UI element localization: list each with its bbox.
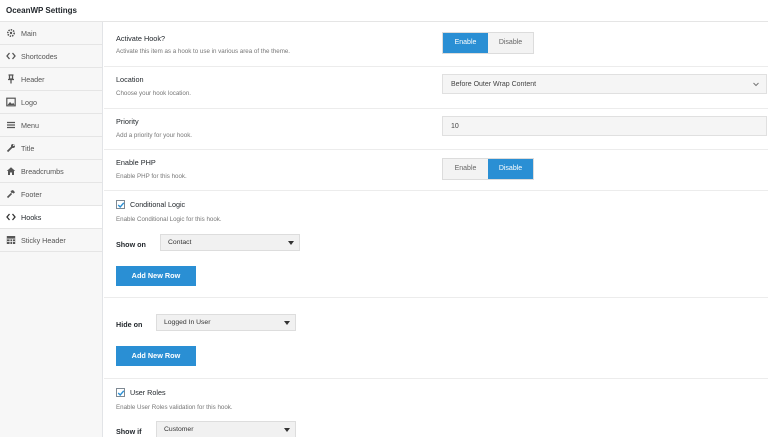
divider bbox=[104, 297, 768, 298]
title-bar: OceanWP Settings bbox=[0, 0, 768, 22]
user-roles-label: User Roles bbox=[130, 388, 166, 397]
sidebar-item-breadcrumbs[interactable]: Breadcrumbs bbox=[0, 160, 102, 183]
hide-on-value: Logged In User bbox=[164, 319, 211, 326]
hide-on-label: Hide on bbox=[116, 320, 143, 329]
divider bbox=[104, 378, 768, 379]
add-new-row-button[interactable]: Add New Row bbox=[116, 266, 196, 286]
menu-icon bbox=[6, 120, 16, 130]
sidebar-item-label: Sticky Header bbox=[21, 236, 66, 245]
show-if-label: Show if bbox=[116, 427, 142, 436]
divider bbox=[104, 108, 768, 109]
sidebar-item-label: Title bbox=[21, 144, 35, 153]
sidebar-item-menu[interactable]: Menu bbox=[0, 114, 102, 137]
divider bbox=[104, 190, 768, 191]
show-on-label: Show on bbox=[116, 240, 146, 249]
sidebar-item-label: Main bbox=[21, 29, 37, 38]
sidebar-item-label: Footer bbox=[21, 190, 42, 199]
show-on-value: Contact bbox=[168, 239, 192, 246]
caret-down-icon bbox=[284, 321, 290, 326]
sidebar-item-title[interactable]: Title bbox=[0, 137, 102, 160]
enable-php-disable-button[interactable]: Disable bbox=[488, 159, 533, 179]
activate-hook-disable-button[interactable]: Disable bbox=[488, 33, 533, 53]
location-label: Location bbox=[116, 75, 144, 84]
enable-php-toggle: Enable Disable bbox=[442, 158, 534, 180]
add-new-row-button[interactable]: Add New Row bbox=[116, 346, 196, 366]
enable-php-desc: Enable PHP for this hook. bbox=[116, 173, 187, 180]
enable-php-label: Enable PHP bbox=[116, 158, 156, 167]
sidebar-item-shortcodes[interactable]: Shortcodes bbox=[0, 45, 102, 68]
user-roles-checkbox[interactable] bbox=[116, 388, 125, 397]
app-title: OceanWP Settings bbox=[6, 6, 77, 15]
image-icon bbox=[6, 97, 16, 107]
sidebar-item-sticky-header[interactable]: Sticky Header bbox=[0, 229, 102, 252]
wrench-icon bbox=[6, 143, 16, 153]
activate-hook-desc: Activate this item as a hook to use in v… bbox=[116, 48, 291, 55]
activate-hook-label: Activate Hook? bbox=[116, 34, 166, 43]
conditional-logic-checkbox[interactable] bbox=[116, 200, 125, 209]
location-select[interactable]: Before Outer Wrap Content bbox=[442, 74, 767, 94]
home-icon bbox=[6, 166, 16, 176]
pin-icon bbox=[6, 74, 16, 84]
priority-value: 10 bbox=[451, 123, 459, 130]
code-icon bbox=[6, 51, 16, 61]
checkmark-icon bbox=[117, 202, 125, 209]
activate-hook-toggle: Enable Disable bbox=[442, 32, 534, 54]
sidebar-item-label: Shortcodes bbox=[21, 52, 58, 61]
gear-icon bbox=[6, 28, 16, 38]
code-icon bbox=[6, 212, 16, 222]
sidebar-item-label: Hooks bbox=[21, 213, 42, 222]
enable-php-enable-button[interactable]: Enable bbox=[443, 159, 488, 179]
hide-on-select[interactable]: Logged In User bbox=[156, 314, 296, 331]
sidebar-item-hooks[interactable]: Hooks bbox=[0, 206, 102, 229]
show-if-value: Customer bbox=[164, 426, 194, 433]
location-desc: Choose your hook location. bbox=[116, 90, 191, 97]
sidebar: Main Shortcodes Header Logo Menu Title B… bbox=[0, 22, 103, 437]
hook-settings-panel: Activate Hook? Activate this item as a h… bbox=[104, 22, 768, 437]
hammer-icon bbox=[6, 189, 16, 199]
sidebar-item-footer[interactable]: Footer bbox=[0, 183, 102, 206]
conditional-logic-desc: Enable Conditional Logic for this hook. bbox=[116, 216, 222, 223]
caret-down-icon bbox=[288, 241, 294, 246]
caret-down-icon bbox=[284, 428, 290, 433]
priority-label: Priority bbox=[116, 117, 139, 126]
sidebar-item-header[interactable]: Header bbox=[0, 68, 102, 91]
sidebar-item-label: Breadcrumbs bbox=[21, 167, 64, 176]
chevron-down-icon bbox=[751, 79, 761, 89]
checkmark-icon bbox=[117, 390, 125, 397]
priority-desc: Add a priority for your hook. bbox=[116, 132, 193, 139]
sidebar-item-label: Menu bbox=[21, 121, 39, 130]
sidebar-item-main[interactable]: Main bbox=[0, 22, 102, 45]
sidebar-item-label: Logo bbox=[21, 98, 37, 107]
location-value: Before Outer Wrap Content bbox=[451, 81, 537, 88]
table-icon bbox=[6, 235, 16, 245]
priority-input[interactable]: 10 bbox=[442, 116, 767, 136]
show-on-select[interactable]: Contact bbox=[160, 234, 300, 251]
show-if-select[interactable]: Customer bbox=[156, 421, 296, 437]
divider bbox=[104, 66, 768, 67]
sidebar-item-logo[interactable]: Logo bbox=[0, 91, 102, 114]
sidebar-item-label: Header bbox=[21, 75, 45, 84]
activate-hook-enable-button[interactable]: Enable bbox=[443, 33, 488, 53]
divider bbox=[104, 149, 768, 150]
user-roles-desc: Enable User Roles validation for this ho… bbox=[116, 404, 233, 411]
conditional-logic-label: Conditional Logic bbox=[130, 200, 186, 209]
